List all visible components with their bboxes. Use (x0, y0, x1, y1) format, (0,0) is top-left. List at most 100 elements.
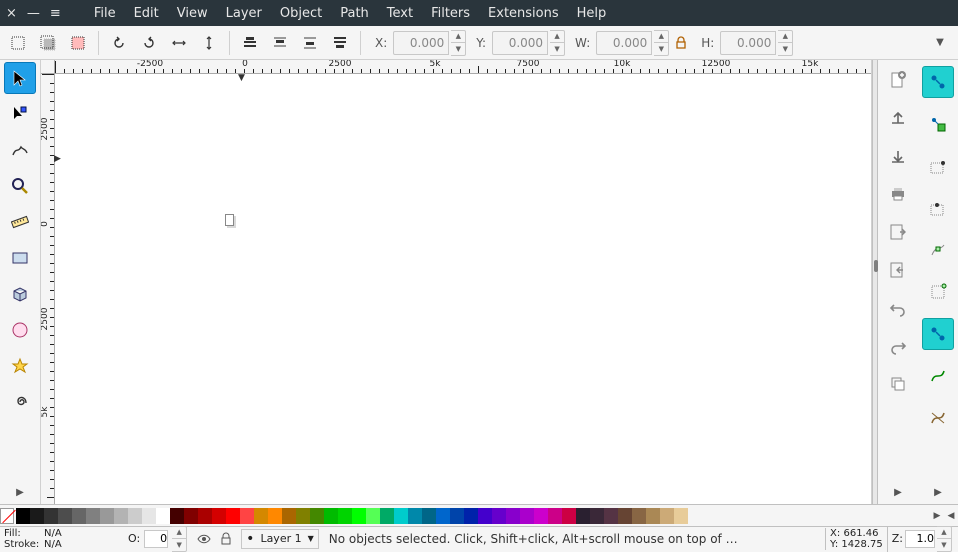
rotate-cw-icon[interactable] (135, 29, 163, 57)
ruler-vertical[interactable]: 2500025005k (41, 74, 55, 504)
command-panel-expand-icon[interactable]: ▶ (888, 481, 908, 504)
swatch[interactable] (296, 508, 310, 524)
lower-icon[interactable] (296, 29, 324, 57)
toolbar-chevron-down-icon[interactable]: ▼ (926, 29, 954, 57)
rectangle-tool[interactable] (4, 242, 36, 274)
swatch[interactable] (366, 508, 380, 524)
swatch[interactable] (338, 508, 352, 524)
menu-edit[interactable]: Edit (125, 3, 168, 24)
canvas-viewport[interactable] (55, 74, 871, 504)
swatch[interactable] (352, 508, 366, 524)
snap-bbox-corner-icon[interactable] (922, 150, 954, 182)
h-input[interactable] (720, 31, 776, 55)
swatch[interactable] (618, 508, 632, 524)
box3d-tool[interactable] (4, 278, 36, 310)
close-button[interactable]: × (6, 6, 17, 21)
swatch[interactable] (450, 508, 464, 524)
undo-icon[interactable] (884, 294, 912, 322)
swatch[interactable] (562, 508, 576, 524)
menu-file[interactable]: File (85, 3, 125, 24)
zoom-tool[interactable] (4, 170, 36, 202)
import-icon[interactable] (884, 218, 912, 246)
snap-enable-toggle[interactable] (922, 66, 954, 98)
snap-node-icon[interactable] (922, 234, 954, 266)
swatch[interactable] (282, 508, 296, 524)
swatch[interactable] (30, 508, 44, 524)
layer-selector[interactable]: •Layer 1▼ (241, 529, 319, 549)
swatch[interactable] (590, 508, 604, 524)
tweak-tool[interactable] (4, 134, 36, 166)
swatch[interactable] (128, 508, 142, 524)
raise-icon[interactable] (266, 29, 294, 57)
opacity-spinner[interactable]: ▲▼ (172, 526, 187, 552)
swatch[interactable] (72, 508, 86, 524)
swatch[interactable] (506, 508, 520, 524)
spiral-tool[interactable] (4, 386, 36, 418)
node-tool[interactable] (4, 98, 36, 130)
minimize-button[interactable]: — (27, 6, 40, 21)
fill-stroke-indicator[interactable]: Fill:N/A Stroke:N/A (2, 528, 122, 550)
ellipse-tool[interactable] (4, 314, 36, 346)
swatch[interactable] (492, 508, 506, 524)
swatch[interactable] (198, 508, 212, 524)
swatch[interactable] (534, 508, 548, 524)
lower-bottom-icon[interactable] (326, 29, 354, 57)
swatch[interactable] (436, 508, 450, 524)
swatch[interactable] (478, 508, 492, 524)
snap-path-icon[interactable] (922, 276, 954, 308)
snap-other-toggle[interactable] (922, 318, 954, 350)
ruler-horizontal[interactable]: -2500025005k750010k1250015k (55, 60, 871, 74)
snap-curve-icon[interactable] (922, 360, 954, 392)
swatch[interactable] (324, 508, 338, 524)
swatch[interactable] (380, 508, 394, 524)
menu-object[interactable]: Object (271, 3, 331, 24)
toolbox-expand-icon[interactable]: ▶ (10, 481, 30, 504)
y-input[interactable] (492, 31, 548, 55)
swatch[interactable] (310, 508, 324, 524)
menu-help[interactable]: Help (568, 3, 616, 24)
swatch[interactable] (44, 508, 58, 524)
menu-layer[interactable]: Layer (217, 3, 271, 24)
swatch[interactable] (576, 508, 590, 524)
swatch[interactable] (212, 508, 226, 524)
swatch[interactable] (86, 508, 100, 524)
swatch[interactable] (142, 508, 156, 524)
menu-view[interactable]: View (168, 3, 217, 24)
lock-ratio-icon[interactable] (671, 29, 691, 57)
menu-path[interactable]: Path (331, 3, 378, 24)
new-document-icon[interactable] (884, 66, 912, 94)
swatch[interactable] (268, 508, 282, 524)
swatch[interactable] (520, 508, 534, 524)
opacity-input[interactable] (144, 530, 168, 548)
swatch[interactable] (464, 508, 478, 524)
swatch[interactable] (604, 508, 618, 524)
x-input[interactable] (393, 31, 449, 55)
swatch[interactable] (240, 508, 254, 524)
selector-tool[interactable] (4, 62, 36, 94)
snap-intersection-icon[interactable] (922, 402, 954, 434)
palette-menu-icon[interactable]: ◀ (944, 511, 958, 521)
select-layers-icon[interactable] (34, 29, 62, 57)
menu-filters[interactable]: Filters (422, 3, 479, 24)
swatch[interactable] (226, 508, 240, 524)
export-icon[interactable] (884, 256, 912, 284)
swatch[interactable] (646, 508, 660, 524)
swatch[interactable] (184, 508, 198, 524)
zoom-input[interactable] (905, 530, 935, 548)
swatch[interactable] (408, 508, 422, 524)
select-all-icon[interactable] (4, 29, 32, 57)
swatch[interactable] (422, 508, 436, 524)
swatch[interactable] (16, 508, 30, 524)
menu-text[interactable]: Text (378, 3, 422, 24)
snap-bbox-icon[interactable] (922, 108, 954, 140)
w-input[interactable] (596, 31, 652, 55)
redo-icon[interactable] (884, 332, 912, 360)
menu-extensions[interactable]: Extensions (479, 3, 568, 24)
swatch[interactable] (548, 508, 562, 524)
rotate-ccw-icon[interactable] (105, 29, 133, 57)
swatch[interactable] (254, 508, 268, 524)
swatch[interactable] (58, 508, 72, 524)
swatch[interactable] (394, 508, 408, 524)
flip-horizontal-icon[interactable] (165, 29, 193, 57)
snap-panel-expand-icon[interactable]: ▶ (928, 481, 948, 504)
